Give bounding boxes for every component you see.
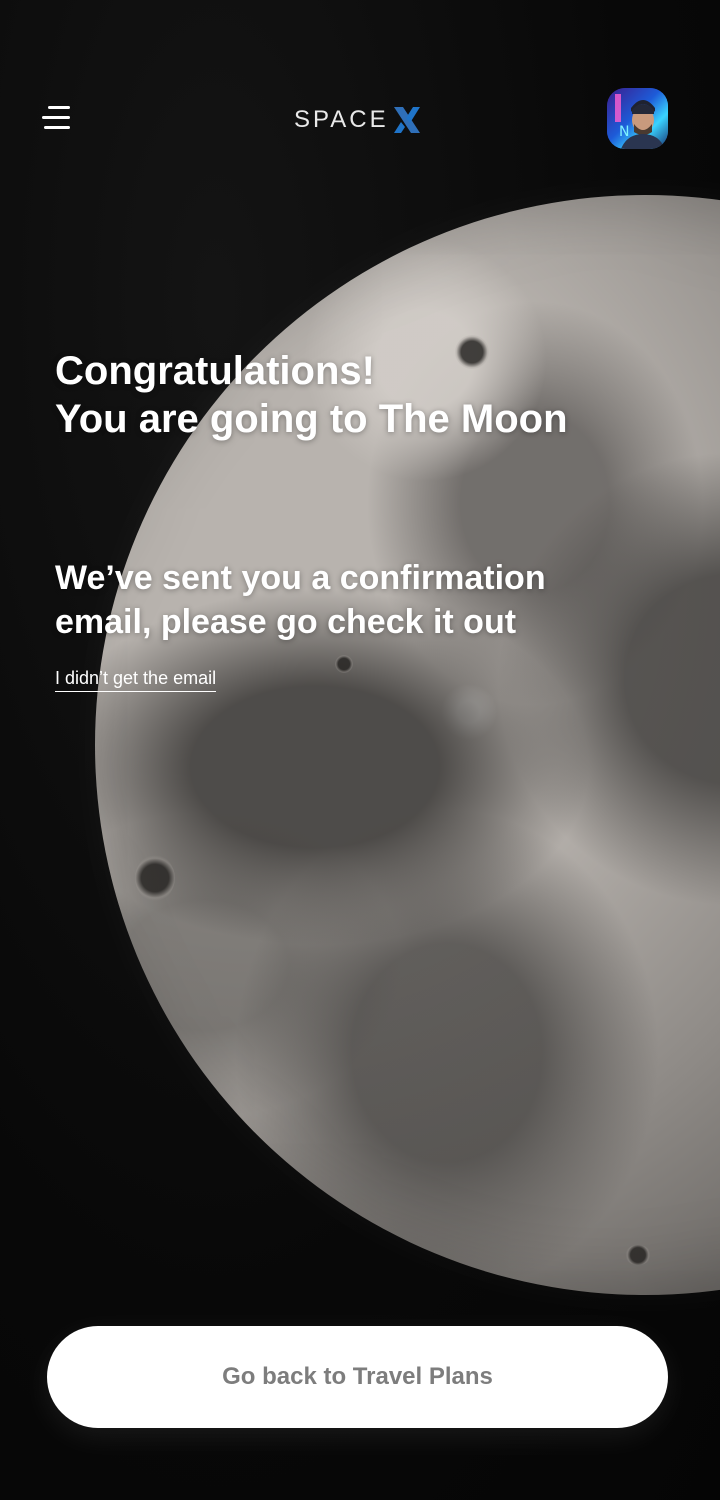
confirmation-message: We’ve sent you a confirmation email, ple… [55, 556, 675, 644]
title-line-1: Congratulations! [55, 349, 375, 393]
confirmation-screen: SPACE N Congratulations! You are going t… [0, 0, 720, 1500]
spacex-logo: SPACE [294, 102, 423, 138]
menu-button[interactable] [40, 102, 74, 134]
subtitle-line-1: We’ve sent you a confirmation [55, 559, 546, 597]
title-line-2: You are going to The Moon [55, 397, 568, 441]
user-avatar[interactable]: N [607, 88, 668, 149]
logo-text: SPACE [294, 106, 389, 133]
moon-crater [625, 1245, 651, 1265]
logo-x-mark-icon [393, 107, 420, 133]
moon-crater [135, 855, 175, 901]
top-bar: SPACE N [0, 88, 720, 149]
moon-crater [335, 655, 353, 673]
page-title: Congratulations! You are going to The Mo… [55, 347, 675, 443]
subtitle-line-2: email, please go check it out [55, 603, 517, 641]
back-to-travel-plans-button[interactable]: Go back to Travel Plans [47, 1326, 668, 1428]
svg-text:N: N [619, 124, 629, 140]
resend-email-link[interactable]: I didn’t get the email [55, 666, 217, 692]
avatar-image: N [607, 88, 668, 149]
